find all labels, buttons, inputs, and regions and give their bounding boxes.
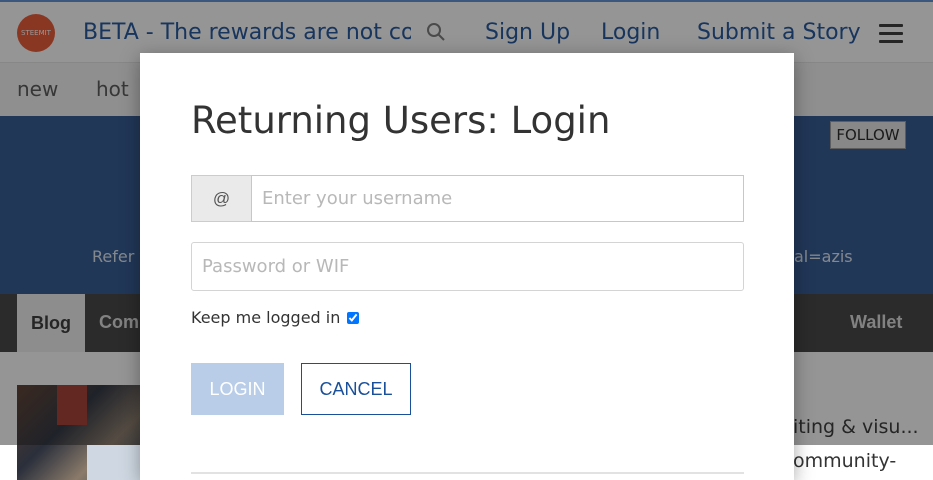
- username-input[interactable]: [251, 175, 744, 222]
- post-body-line: ommunity-: [793, 450, 897, 472]
- password-input[interactable]: [191, 242, 744, 291]
- login-modal: Returning Users: Login @ Keep me logged …: [140, 53, 794, 480]
- keep-logged-in-checkbox[interactable]: [347, 311, 360, 324]
- divider: [191, 472, 744, 474]
- cancel-button[interactable]: CANCEL: [301, 363, 411, 415]
- keep-logged-in[interactable]: Keep me logged in: [191, 308, 360, 327]
- modal-title: Returning Users: Login: [191, 99, 611, 142]
- at-addon: @: [191, 175, 251, 222]
- login-button[interactable]: LOGIN: [191, 363, 284, 415]
- keep-logged-in-label: Keep me logged in: [191, 308, 341, 327]
